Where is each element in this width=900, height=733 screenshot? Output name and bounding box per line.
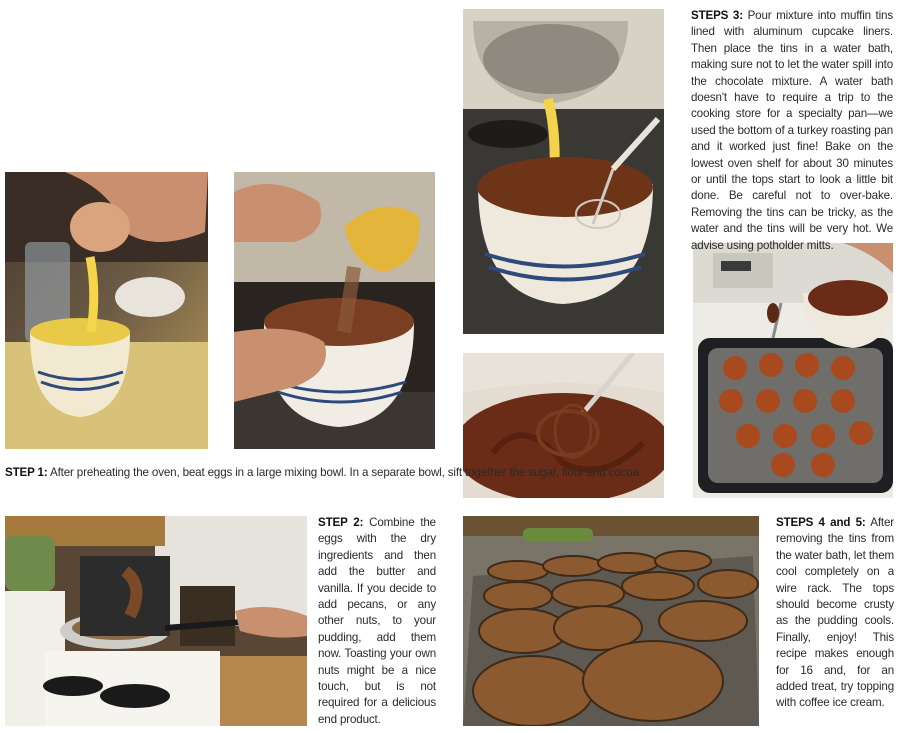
steps-4-5-caption: STEPS 4 and 5: After removing the tins f… — [776, 515, 894, 712]
step-2-caption: STEP 2: Combine the eggs with the dry in… — [318, 515, 436, 728]
step-1-text: After preheating the oven, beat eggs in … — [50, 466, 643, 479]
step-3-caption: STEPS 3: Pour mixture into muffin tins l… — [691, 8, 893, 254]
steps-4-5-label: STEPS 4 and 5: — [776, 516, 866, 529]
photo-toasting-nuts — [5, 516, 307, 726]
step-3-text: Pour mixture into muffin tins lined with… — [691, 9, 893, 252]
photo-cracking-eggs — [5, 172, 208, 449]
step-2-label: STEP 2: — [318, 516, 364, 529]
step-1-caption: STEP 1: After preheating the oven, beat … — [5, 465, 673, 481]
photo-sifting-cocoa — [234, 172, 435, 449]
step-1-label: STEP 1: — [5, 466, 48, 479]
step-2-text: Combine the eggs with the dry ingredient… — [318, 516, 436, 726]
steps-4-5-text: After removing the tins from the water b… — [776, 516, 894, 710]
photo-pouring-butter — [463, 9, 664, 334]
photo-filling-muffin-tin — [693, 243, 893, 498]
photo-finished-puddings — [463, 516, 759, 726]
step-3-label: STEPS 3: — [691, 9, 743, 22]
